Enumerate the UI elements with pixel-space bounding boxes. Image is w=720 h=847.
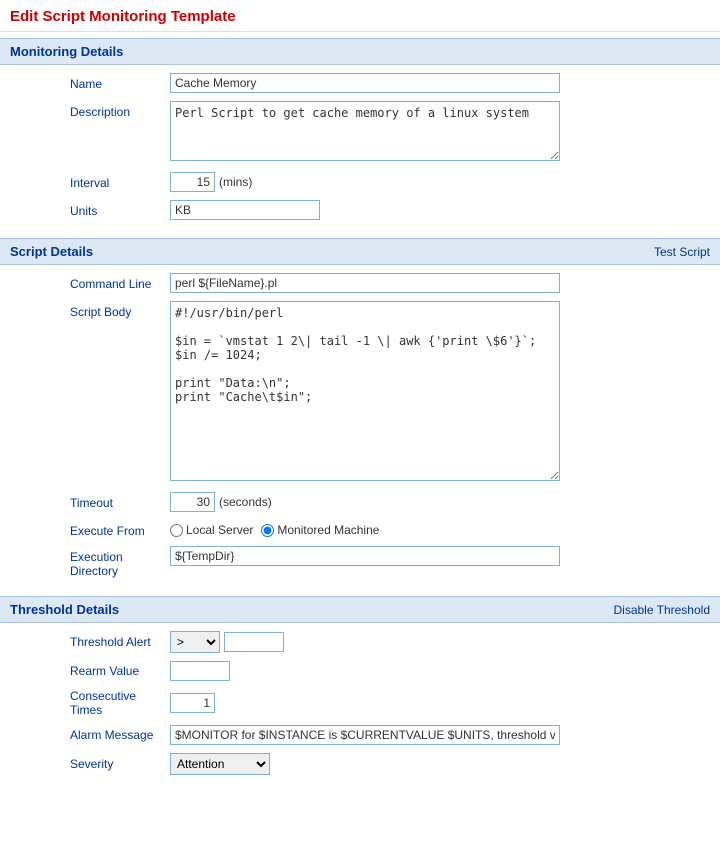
consecutive-times-label: Consecutive Times <box>10 689 170 717</box>
alarm-message-controls <box>170 725 560 745</box>
local-server-radio-label[interactable]: Local Server <box>170 523 253 537</box>
consecutive-times-row: Consecutive Times <box>10 689 710 717</box>
interval-row: Interval (mins) <box>10 172 710 192</box>
script-body-textarea[interactable]: #!/usr/bin/perl $in = `vmstat 1 2\| tail… <box>170 301 560 481</box>
test-script-button[interactable]: Test Script <box>654 245 710 259</box>
script-body-control: #!/usr/bin/perl $in = `vmstat 1 2\| tail… <box>170 301 710 484</box>
operator-select[interactable]: > < >= <= = != <box>170 631 220 653</box>
timeout-row: Timeout (seconds) <box>10 492 710 512</box>
units-input[interactable] <box>170 200 320 220</box>
severity-controls: Attention Warning Critical Info <box>170 753 270 775</box>
execute-from-control: Local Server Monitored Machine <box>170 520 710 537</box>
monitored-machine-radio-label[interactable]: Monitored Machine <box>261 523 379 537</box>
execution-directory-input[interactable] <box>170 546 560 566</box>
name-row: Name <box>10 73 710 93</box>
threshold-details-header: Threshold Details Disable Threshold <box>0 596 720 623</box>
script-body-label: Script Body <box>10 301 170 319</box>
description-row: Description Perl Script to get cache mem… <box>10 101 710 164</box>
threshold-alert-controls: > < >= <= = != <box>170 631 284 653</box>
alarm-message-row: Alarm Message <box>10 725 710 745</box>
rearm-value-row: Rearm Value <box>10 661 710 681</box>
description-control: Perl Script to get cache memory of a lin… <box>170 101 710 164</box>
interval-input[interactable] <box>170 172 215 192</box>
monitored-machine-label: Monitored Machine <box>277 523 379 537</box>
consecutive-times-controls <box>170 693 215 713</box>
severity-row: Severity Attention Warning Critical Info <box>10 753 710 775</box>
command-line-input[interactable] <box>170 273 560 293</box>
alarm-message-input[interactable] <box>170 725 560 745</box>
local-server-label: Local Server <box>186 523 253 537</box>
name-label: Name <box>10 73 170 91</box>
rearm-value-label: Rearm Value <box>10 664 170 678</box>
severity-label: Severity <box>10 757 170 771</box>
monitoring-details-section: Name Description Perl Script to get cach… <box>0 65 720 238</box>
interval-control: (mins) <box>170 172 710 192</box>
timeout-input[interactable] <box>170 492 215 512</box>
monitoring-details-title: Monitoring Details <box>10 44 123 59</box>
units-label: Units <box>10 200 170 218</box>
monitored-machine-radio[interactable] <box>261 524 274 537</box>
name-input[interactable] <box>170 73 560 93</box>
execute-from-radio-group: Local Server Monitored Machine <box>170 520 710 537</box>
command-line-control <box>170 273 710 293</box>
description-textarea[interactable]: Perl Script to get cache memory of a lin… <box>170 101 560 161</box>
alarm-message-label: Alarm Message <box>10 728 170 742</box>
interval-label: Interval <box>10 172 170 190</box>
monitoring-details-header: Monitoring Details <box>0 38 720 65</box>
threshold-details-section: Threshold Alert > < >= <= = != Rearm Val… <box>0 623 720 793</box>
interval-unit: (mins) <box>219 175 252 189</box>
disable-threshold-button[interactable]: Disable Threshold <box>614 603 711 617</box>
script-details-section: Command Line Script Body #!/usr/bin/perl… <box>0 265 720 596</box>
timeout-unit: (seconds) <box>219 495 272 509</box>
local-server-radio[interactable] <box>170 524 183 537</box>
script-details-title: Script Details <box>10 244 93 259</box>
rearm-value-input[interactable] <box>170 661 230 681</box>
threshold-value-input[interactable] <box>224 632 284 652</box>
timeout-label: Timeout <box>10 492 170 510</box>
name-control <box>170 73 710 93</box>
script-details-header: Script Details Test Script <box>0 238 720 265</box>
command-line-row: Command Line <box>10 273 710 293</box>
execute-from-label: Execute From <box>10 520 170 538</box>
page-title: Edit Script Monitoring Template <box>0 0 720 32</box>
script-body-row: Script Body #!/usr/bin/perl $in = `vmsta… <box>10 301 710 484</box>
execution-directory-label: Execution Directory <box>10 546 170 578</box>
description-label: Description <box>10 101 170 119</box>
consecutive-times-input[interactable] <box>170 693 215 713</box>
threshold-alert-row: Threshold Alert > < >= <= = != <box>10 631 710 653</box>
execution-directory-row: Execution Directory <box>10 546 710 578</box>
threshold-alert-label: Threshold Alert <box>10 635 170 649</box>
timeout-control: (seconds) <box>170 492 710 512</box>
rearm-value-controls <box>170 661 230 681</box>
command-line-label: Command Line <box>10 273 170 291</box>
units-row: Units <box>10 200 710 220</box>
threshold-details-title: Threshold Details <box>10 602 119 617</box>
execute-from-row: Execute From Local Server Monitored Mach… <box>10 520 710 538</box>
units-control <box>170 200 710 220</box>
execution-directory-control <box>170 546 710 566</box>
severity-select[interactable]: Attention Warning Critical Info <box>170 753 270 775</box>
